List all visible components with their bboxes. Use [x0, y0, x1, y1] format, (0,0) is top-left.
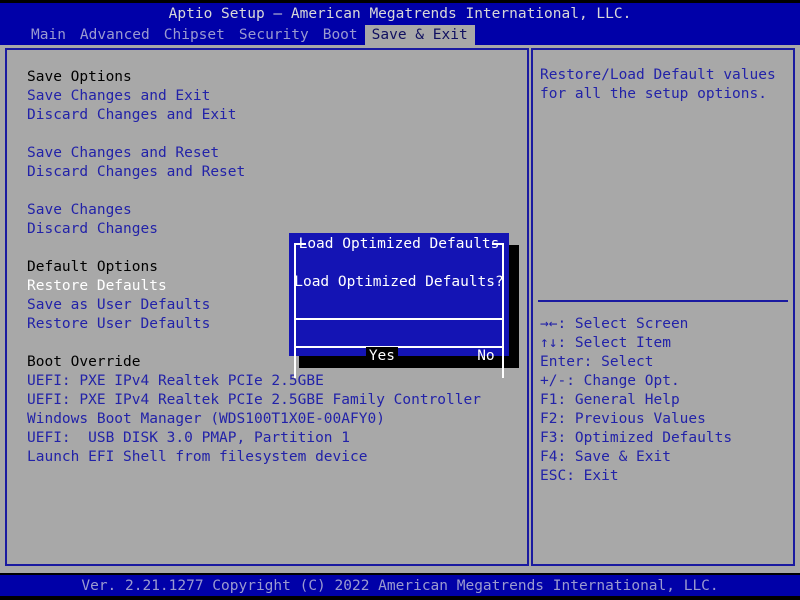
menu-bar: Main Advanced Chipset Security Boot Save… — [0, 24, 800, 46]
dialog-border-middle — [294, 318, 504, 320]
tab-boot[interactable]: Boot — [316, 25, 365, 46]
dialog-no-label: No — [477, 348, 495, 364]
legend-general-help: F1: General Help — [540, 392, 680, 408]
legend-save-and-exit: F4: Save & Exit — [540, 449, 671, 465]
tab-security[interactable]: Security — [232, 25, 316, 46]
option-boot-usb-disk[interactable]: UEFI: USB DISK 3.0 PMAP, Partition 1 — [27, 429, 527, 448]
dialog-yes-label: Yes — [365, 347, 399, 365]
dialog-button-row: Yes No — [295, 328, 503, 385]
help-line: Restore/Load Default values — [540, 67, 776, 83]
option-save-changes-and-reset[interactable]: Save Changes and Reset — [27, 144, 527, 163]
key-legend: →←: Select Screen ↑↓: Select Item Enter:… — [540, 315, 790, 486]
option-launch-efi-shell[interactable]: Launch EFI Shell from filesystem device — [27, 448, 527, 467]
page-title: Aptio Setup – American Megatrends Intern… — [168, 6, 632, 22]
option-boot-windows-boot-manager[interactable]: Windows Boot Manager (WDS100T1X0E-00AFY0… — [27, 410, 527, 429]
legend-optimized-defaults: F3: Optimized Defaults — [540, 430, 733, 446]
legend-previous-values: F2: Previous Values — [540, 411, 706, 427]
dialog-title: Load Optimized Defaults — [298, 236, 500, 252]
help-panel: Restore/Load Default values for all the … — [531, 48, 795, 566]
help-panel-divider — [538, 300, 788, 302]
option-boot-uefi-pxe-ipv4-realtek-family[interactable]: UEFI: PXE IPv4 Realtek PCIe 2.5GBE Famil… — [27, 391, 527, 410]
option-discard-changes-and-exit[interactable]: Discard Changes and Exit — [27, 106, 527, 125]
help-text: Restore/Load Default values for all the … — [540, 66, 790, 104]
option-save-changes[interactable]: Save Changes — [27, 201, 527, 220]
tab-save-and-exit[interactable]: Save & Exit — [364, 24, 475, 46]
legend-select-item: ↑↓: Select Item — [540, 335, 671, 351]
option-discard-changes-and-reset[interactable]: Discard Changes and Reset — [27, 163, 527, 182]
legend-change-opt: +/-: Change Opt. — [540, 373, 680, 389]
help-line: for all the setup options. — [540, 86, 767, 102]
legend-select-screen: →←: Select Screen — [540, 316, 689, 332]
legend-esc-exit: ESC: Exit — [540, 468, 619, 484]
legend-enter-select: Enter: Select — [540, 354, 654, 370]
option-save-changes-and-exit[interactable]: Save Changes and Exit — [27, 87, 527, 106]
dialog-no-button[interactable]: No — [399, 328, 503, 385]
tab-advanced[interactable]: Advanced — [73, 25, 157, 46]
tab-main[interactable]: Main — [24, 25, 73, 46]
bios-setup-screen: Aptio Setup – American Megatrends Intern… — [0, 0, 800, 600]
dialog-question: Load Optimized Defaults? — [294, 274, 504, 290]
dialog-yes-button[interactable]: Yes — [295, 328, 399, 385]
tab-chipset[interactable]: Chipset — [157, 25, 232, 46]
group-title-save-options: Save Options — [27, 69, 132, 85]
footer-version-text: Ver. 2.21.1277 Copyright (C) 2022 Americ… — [81, 578, 719, 594]
load-optimized-defaults-dialog: Load Optimized Defaults Load Optimized D… — [289, 233, 509, 378]
